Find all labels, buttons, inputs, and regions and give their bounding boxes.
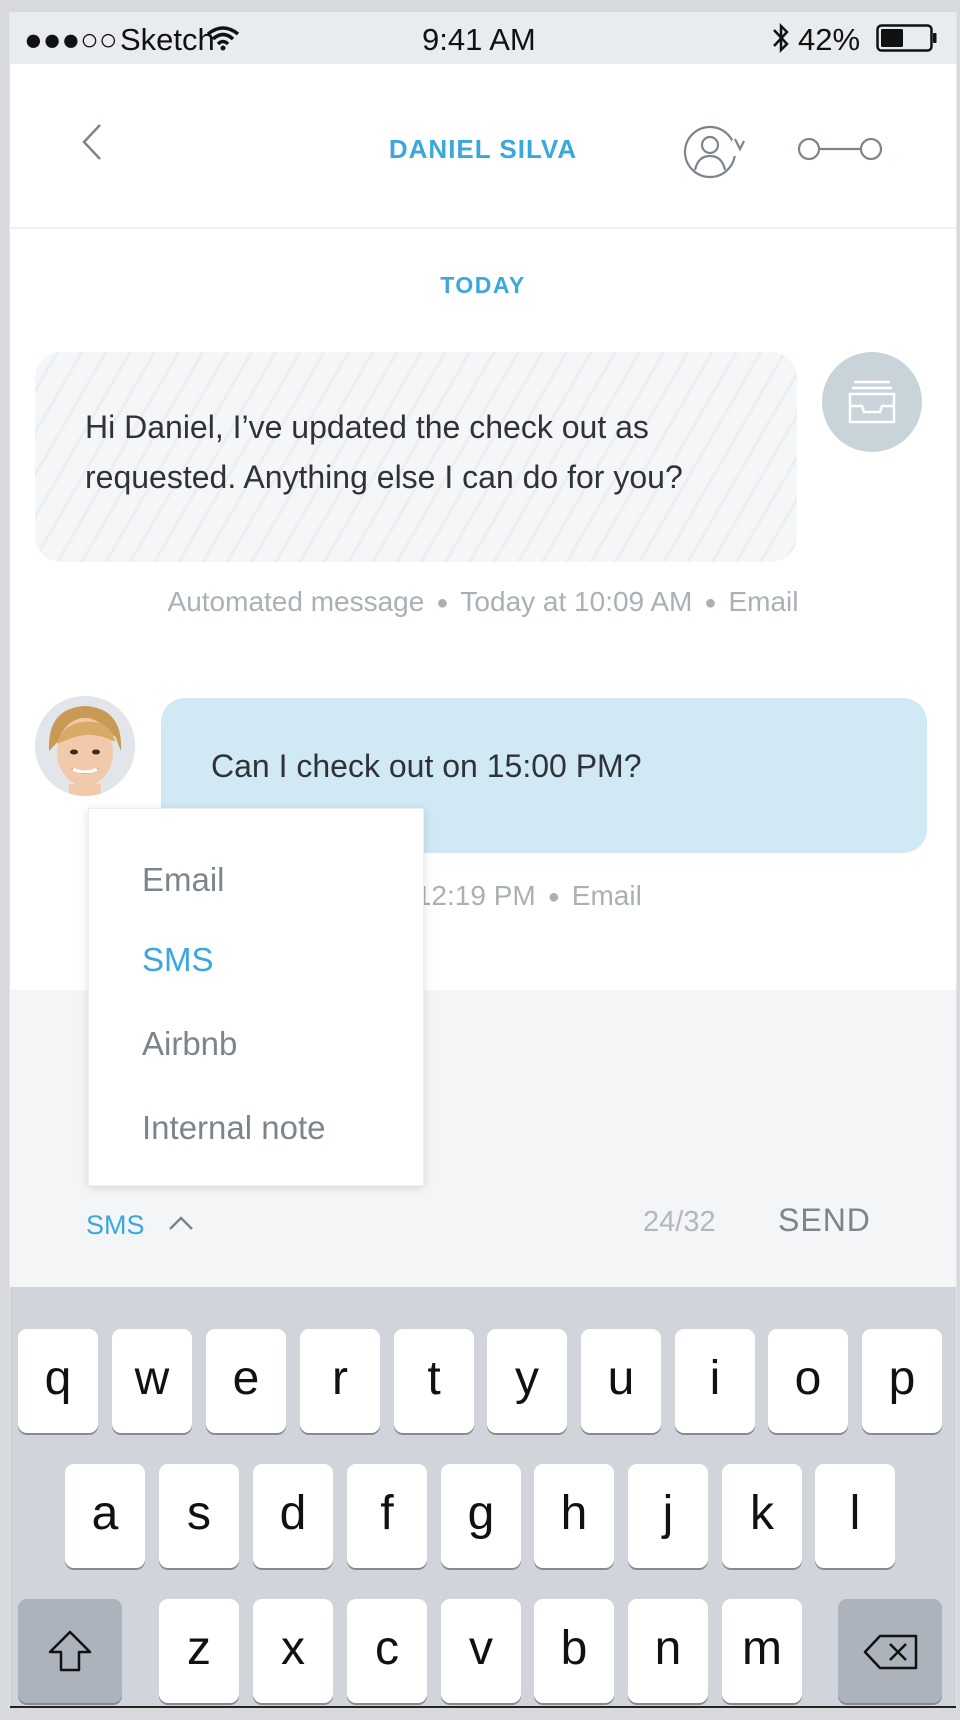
message-text: Hi Daniel, I’ve updated the check out as… [85,409,683,495]
key-z[interactable]: z [159,1599,239,1703]
key-q[interactable]: q [18,1329,98,1433]
automation-avatar [822,352,922,452]
channel-option-internal-note[interactable]: Internal note [142,1109,325,1147]
key-a[interactable]: a [65,1464,145,1568]
chat-screen: ●●●○○ Sketch 9:41 AM 42% DANIEL SILVA TO… [9,12,957,1708]
key-u[interactable]: u [581,1329,661,1433]
chevron-up-icon[interactable] [168,1215,194,1231]
key-g[interactable]: g [441,1464,521,1568]
shift-arrow-icon [48,1630,92,1672]
key-k[interactable]: k [722,1464,802,1568]
meta-separator: ● [436,592,449,615]
timeline-icon[interactable] [797,134,883,164]
channel-dropdown-menu: Email SMS Airbnb Internal note [88,808,424,1186]
automated-message-bubble: Hi Daniel, I’ve updated the check out as… [35,352,797,562]
key-c[interactable]: c [347,1599,427,1703]
key-j[interactable]: j [628,1464,708,1568]
meta-separator: ● [547,886,560,909]
bluetooth-icon [773,22,789,54]
channel-option-sms[interactable]: SMS [142,941,214,979]
key-r[interactable]: r [300,1329,380,1433]
reassign-user-icon[interactable] [682,124,746,180]
status-bar: ●●●○○ Sketch 9:41 AM 42% [10,12,956,64]
key-l[interactable]: l [815,1464,895,1568]
key-t[interactable]: t [394,1329,474,1433]
channel-selector[interactable]: SMS [86,1210,145,1241]
clock: 9:41 AM [422,22,536,57]
key-e[interactable]: e [206,1329,286,1433]
guest-photo [35,696,135,796]
battery-icon [876,24,937,52]
key-x[interactable]: x [253,1599,333,1703]
delete-key[interactable] [838,1599,942,1703]
contact-name: DANIEL SILVA [388,134,578,164]
key-h[interactable]: h [534,1464,614,1568]
key-p[interactable]: p [862,1329,942,1433]
date-divider: TODAY [440,272,526,298]
key-f[interactable]: f [347,1464,427,1568]
channel-option-airbnb[interactable]: Airbnb [142,1025,237,1063]
key-m[interactable]: m [722,1599,802,1703]
key-n[interactable]: n [628,1599,708,1703]
channel-option-email[interactable]: Email [142,861,225,899]
back-chevron-icon[interactable] [80,122,104,162]
signal-strength: ●●●○○ [24,22,118,57]
key-v[interactable]: v [441,1599,521,1703]
message-source: Automated message [167,586,425,617]
message-text: Can I check out on 15:00 PM? [211,748,642,784]
message-timestamp: Today at 10:09 AM [460,586,693,617]
shift-key[interactable] [18,1599,122,1703]
key-s[interactable]: s [159,1464,239,1568]
carrier-name: Sketch [120,22,215,57]
backspace-icon [863,1634,918,1670]
key-y[interactable]: y [487,1329,567,1433]
key-d[interactable]: d [253,1464,333,1568]
on-screen-keyboard: q w e r t y u i o p a s d f g h j k l z … [10,1287,956,1708]
meta-separator: ● [704,592,717,615]
key-w[interactable]: w [112,1329,192,1433]
key-o[interactable]: o [768,1329,848,1433]
guest-avatar [35,696,135,796]
send-button[interactable]: SEND [778,1202,871,1239]
key-b[interactable]: b [534,1599,614,1703]
message-channel: Email [571,880,642,911]
key-i[interactable]: i [675,1329,755,1433]
inbox-tray-icon [848,380,896,424]
wifi-icon [206,26,240,51]
message-channel: Email [728,586,799,617]
character-counter: 24/32 [643,1206,716,1238]
battery-percentage: 42% [798,22,861,57]
automated-message-meta: Automated message ● Today at 10:09 AM ● Emai… [10,586,956,618]
conversation-header: DANIEL SILVA [10,64,956,229]
